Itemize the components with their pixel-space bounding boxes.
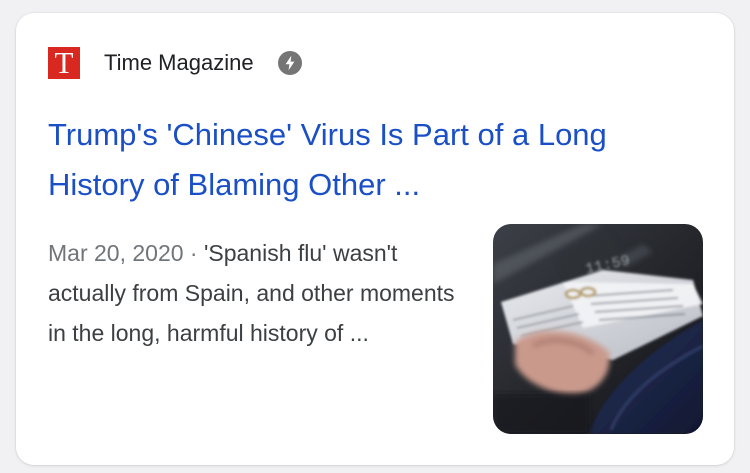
result-thumbnail[interactable]: 11:59 [493, 224, 703, 434]
source-name[interactable]: Time Magazine [104, 50, 254, 76]
amp-lightning-icon [277, 51, 302, 75]
result-title-link[interactable]: Trump's 'Chinese' Virus Is Part of a Lon… [48, 110, 688, 210]
source-row[interactable]: T Time Magazine [48, 47, 302, 79]
result-date: Mar 20, 2020 [48, 240, 184, 266]
result-snippet: Mar 20, 2020 · 'Spanish flu' wasn't actu… [48, 233, 468, 353]
search-result-card[interactable]: T Time Magazine Trump's 'Chinese' Virus … [16, 13, 734, 465]
date-separator: · [183, 240, 204, 266]
time-logo-letter: T [54, 45, 74, 80]
time-logo: T [48, 47, 80, 79]
